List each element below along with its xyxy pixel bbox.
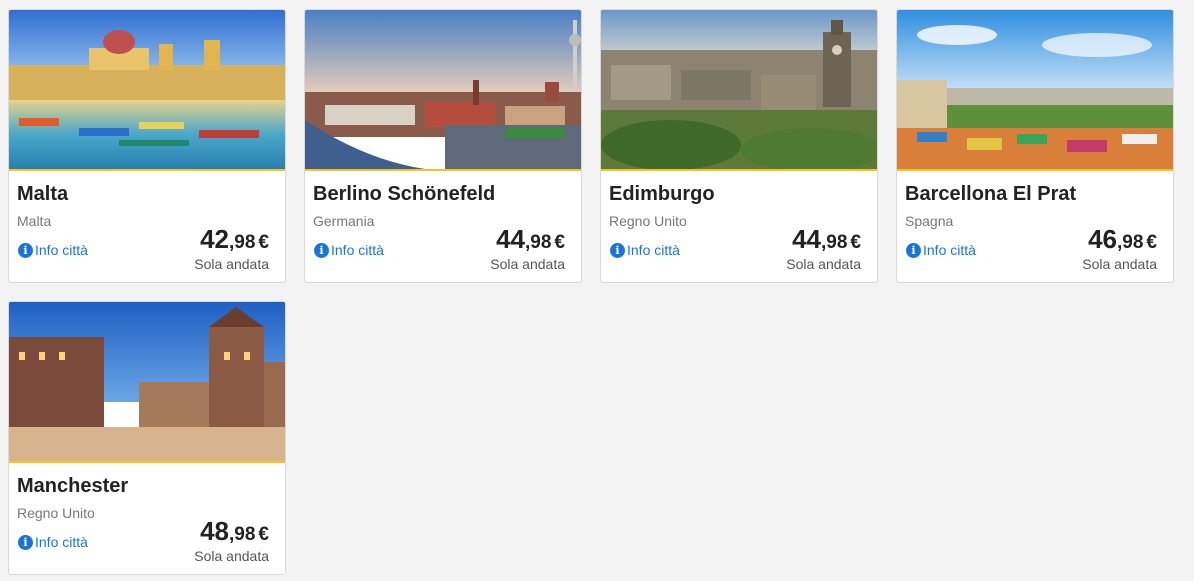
info-city-label: Info città bbox=[35, 534, 88, 550]
card-accent-line bbox=[9, 461, 285, 463]
info-city-label: Info città bbox=[923, 242, 976, 258]
price-integer: 48 bbox=[200, 516, 229, 546]
price-currency: € bbox=[554, 232, 565, 253]
fare-type: Sola andata bbox=[194, 548, 269, 564]
info-icon: i bbox=[906, 242, 921, 258]
country-name: Malta bbox=[17, 213, 52, 229]
info-city-link[interactable]: i Info città bbox=[314, 242, 384, 258]
price: 44,98 € bbox=[792, 224, 861, 255]
card-accent-line bbox=[897, 169, 1173, 171]
price: 44,98 € bbox=[496, 224, 565, 255]
card-accent-line bbox=[305, 169, 581, 171]
info-city-link[interactable]: i Info città bbox=[906, 242, 976, 258]
country-name: Regno Unito bbox=[609, 213, 687, 229]
price: 48,98 € bbox=[200, 516, 269, 547]
country-name: Spagna bbox=[905, 213, 954, 229]
price-currency: € bbox=[850, 232, 861, 253]
destination-card-barcellona[interactable]: Barcellona El Prat Spagna i Info città 4… bbox=[896, 9, 1174, 283]
info-city-link[interactable]: i Info città bbox=[610, 242, 680, 258]
fare-type: Sola andata bbox=[786, 256, 861, 272]
price-currency: € bbox=[258, 524, 269, 545]
city-name: Edimburgo bbox=[609, 183, 715, 205]
card-accent-line bbox=[601, 169, 877, 171]
info-city-label: Info città bbox=[35, 242, 88, 258]
destination-card-berlino[interactable]: Berlino Schönefeld Germania i Info città… bbox=[304, 9, 582, 283]
destination-image-barcellona[interactable] bbox=[897, 10, 1173, 169]
country-name: Regno Unito bbox=[17, 505, 95, 521]
price-decimal: ,98 bbox=[1117, 232, 1144, 253]
destination-card-malta[interactable]: Malta Malta i Info città 42,98 € Sola and… bbox=[8, 9, 286, 283]
fare-type: Sola andata bbox=[490, 256, 565, 272]
info-icon: i bbox=[18, 242, 33, 258]
price: 42,98 € bbox=[200, 224, 269, 255]
price-decimal: ,98 bbox=[525, 232, 552, 253]
info-city-link[interactable]: i Info città bbox=[18, 242, 88, 258]
fare-type: Sola andata bbox=[1082, 256, 1157, 272]
info-icon: i bbox=[610, 242, 625, 258]
country-name: Germania bbox=[313, 213, 375, 229]
info-city-label: Info città bbox=[331, 242, 384, 258]
destination-card-manchester[interactable]: Manchester Regno Unito i Info città 48,9… bbox=[8, 301, 286, 575]
city-name: Barcellona El Prat bbox=[905, 183, 1077, 205]
info-city-link[interactable]: i Info città bbox=[18, 534, 88, 550]
fare-type: Sola andata bbox=[194, 256, 269, 272]
price-integer: 42 bbox=[200, 224, 229, 254]
price-integer: 44 bbox=[792, 224, 821, 254]
city-name: Manchester bbox=[17, 475, 129, 497]
price-currency: € bbox=[258, 232, 269, 253]
info-city-label: Info città bbox=[627, 242, 680, 258]
price-decimal: ,98 bbox=[229, 524, 256, 545]
destination-image-malta[interactable] bbox=[9, 10, 285, 169]
price-currency: € bbox=[1146, 232, 1157, 253]
destination-image-berlino[interactable] bbox=[305, 10, 581, 169]
price-integer: 44 bbox=[496, 224, 525, 254]
price-decimal: ,98 bbox=[821, 232, 848, 253]
destination-image-edimburgo[interactable] bbox=[601, 10, 877, 169]
price-integer: 46 bbox=[1088, 224, 1117, 254]
card-accent-line bbox=[9, 169, 285, 171]
destination-image-manchester[interactable] bbox=[9, 302, 285, 461]
city-name: Malta bbox=[17, 183, 69, 205]
info-icon: i bbox=[314, 242, 329, 258]
price-decimal: ,98 bbox=[229, 232, 256, 253]
destination-card-edimburgo[interactable]: Edimburgo Regno Unito i Info città 44,98… bbox=[600, 9, 878, 283]
destinations-grid: Malta Malta i Info città 42,98 € Sola and… bbox=[0, 0, 1194, 581]
info-icon: i bbox=[18, 534, 33, 550]
city-name: Berlino Schönefeld bbox=[313, 183, 496, 205]
price: 46,98 € bbox=[1088, 224, 1157, 255]
